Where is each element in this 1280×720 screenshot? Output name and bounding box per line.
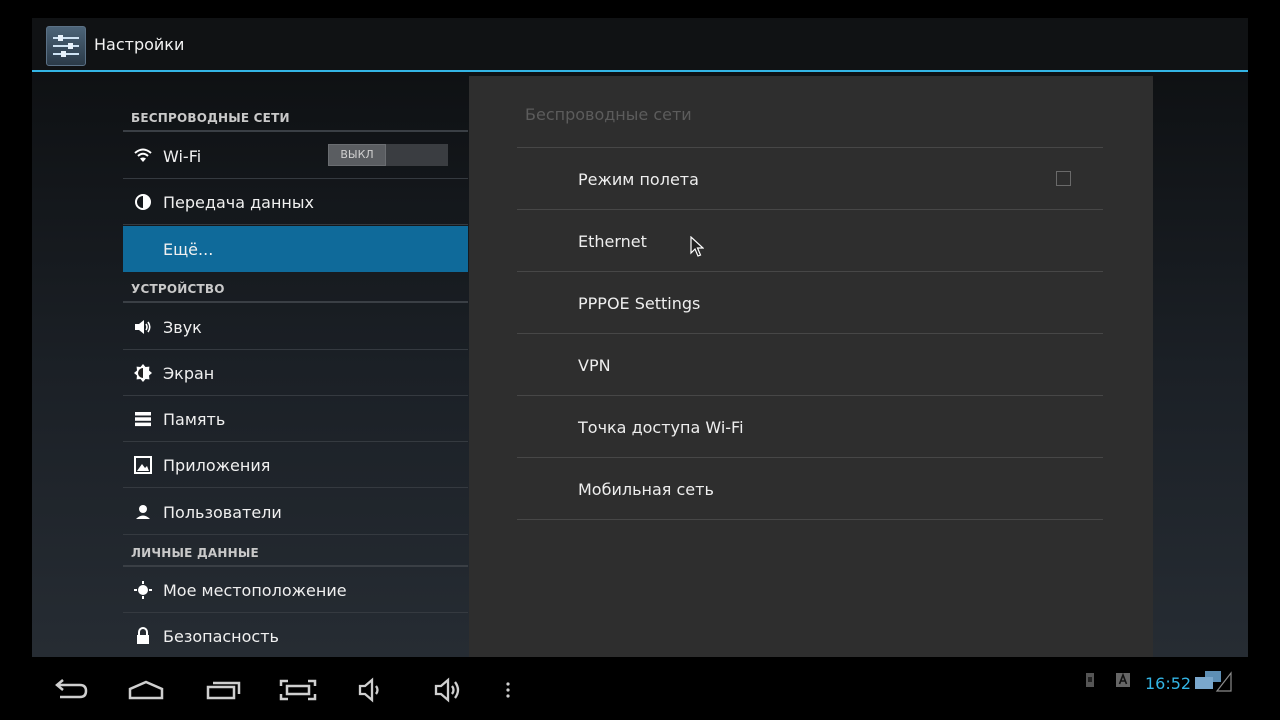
- volume-up-icon[interactable]: [428, 667, 472, 711]
- network-icon: [1193, 669, 1233, 697]
- sidebar-item-label: Пользователи: [163, 503, 282, 522]
- sd-card-icon: [1083, 671, 1097, 693]
- pref-label: PPPOE Settings: [578, 294, 701, 313]
- system-navigation-bar: 16:52: [0, 657, 1280, 720]
- back-icon[interactable]: [50, 667, 94, 711]
- sidebar-item-label: Звук: [163, 318, 202, 337]
- menu-icon[interactable]: [486, 667, 530, 711]
- action-bar: Настройки: [32, 18, 1248, 72]
- pref-vpn[interactable]: VPN: [517, 334, 1103, 396]
- pref-airplane-mode[interactable]: Режим полета: [517, 148, 1103, 210]
- section-header-label: БЕСПРОВОДНЫЕ СЕТИ: [131, 111, 290, 125]
- sidebar-item-storage[interactable]: Память: [123, 396, 468, 442]
- keyboard-icon: [1115, 671, 1131, 693]
- apps-icon: [133, 455, 153, 475]
- detail-pane: Беспроводные сети Режим полета Ethernet …: [469, 76, 1153, 657]
- brightness-icon: [133, 363, 153, 383]
- recent-apps-icon[interactable]: [201, 667, 245, 711]
- pref-wifi-hotspot[interactable]: Точка доступа Wi-Fi: [517, 396, 1103, 458]
- sidebar-item-data-usage[interactable]: Передача данных: [123, 179, 468, 225]
- sidebar-item-label: Безопасность: [163, 627, 279, 646]
- pref-label: Точка доступа Wi-Fi: [578, 418, 744, 437]
- pref-label: Режим полета: [578, 170, 699, 189]
- lock-icon: [133, 626, 153, 646]
- page-title: Настройки: [94, 35, 185, 54]
- mouse-pointer-icon: [690, 235, 705, 262]
- sidebar-item-display[interactable]: Экран: [123, 350, 468, 396]
- section-header-device: УСТРОЙСТВО: [123, 273, 468, 303]
- sidebar-item-location[interactable]: Мое местоположение: [123, 567, 468, 613]
- user-icon: [133, 502, 153, 522]
- sidebar-item-label: Wi-Fi: [163, 147, 202, 166]
- data-usage-icon: [133, 192, 153, 212]
- sidebar-item-label: Экран: [163, 364, 215, 383]
- sidebar-item-label: Мое местоположение: [163, 581, 347, 600]
- wifi-icon: [133, 146, 153, 166]
- storage-icon: [133, 409, 153, 429]
- section-header-label: УСТРОЙСТВО: [131, 282, 225, 296]
- airplane-mode-checkbox[interactable]: [1056, 171, 1071, 186]
- speaker-icon: [133, 317, 153, 337]
- wifi-toggle[interactable]: ВЫКЛ: [328, 144, 448, 166]
- pref-mobile-network[interactable]: Мобильная сеть: [517, 458, 1103, 520]
- section-header-wireless: БЕСПРОВОДНЫЕ СЕТИ: [123, 102, 468, 132]
- sidebar-item-label: Память: [163, 410, 226, 429]
- section-header-label: ЛИЧНЫЕ ДАННЫЕ: [131, 546, 259, 560]
- sidebar-item-label: Передача данных: [163, 193, 314, 212]
- sidebar-item-security[interactable]: Безопасность: [123, 613, 468, 657]
- settings-sidebar: БЕСПРОВОДНЫЕ СЕТИ Wi-Fi ВЫКЛ Передача да…: [123, 76, 468, 657]
- wifi-toggle-state: ВЫКЛ: [328, 144, 386, 166]
- pref-label: VPN: [578, 356, 611, 375]
- detail-title: Беспроводные сети: [525, 105, 692, 124]
- pref-pppoe[interactable]: PPPOE Settings: [517, 272, 1103, 334]
- sidebar-item-label: Приложения: [163, 456, 271, 475]
- location-icon: [133, 580, 153, 600]
- sidebar-item-label: Ещё...: [163, 240, 214, 259]
- volume-down-icon[interactable]: [352, 667, 396, 711]
- pref-ethernet[interactable]: Ethernet: [517, 210, 1103, 272]
- settings-sliders-icon[interactable]: [46, 26, 86, 66]
- home-icon[interactable]: [124, 667, 168, 711]
- settings-screen: Настройки БЕСПРОВОДНЫЕ СЕТИ Wi-Fi ВЫКЛ П…: [32, 18, 1248, 657]
- sidebar-item-more[interactable]: Ещё...: [123, 226, 468, 272]
- sidebar-item-sound[interactable]: Звук: [123, 304, 468, 350]
- sidebar-item-apps[interactable]: Приложения: [123, 442, 468, 488]
- section-header-personal: ЛИЧНЫЕ ДАННЫЕ: [123, 537, 468, 567]
- action-bar-divider: [32, 70, 1248, 72]
- pref-label: Ethernet: [578, 232, 647, 251]
- sidebar-item-users[interactable]: Пользователи: [123, 489, 468, 535]
- pref-label: Мобильная сеть: [578, 480, 714, 499]
- sidebar-item-wifi[interactable]: Wi-Fi ВЫКЛ: [123, 133, 468, 179]
- screenshot-icon[interactable]: [276, 667, 320, 711]
- status-clock: 16:52: [1145, 674, 1192, 693]
